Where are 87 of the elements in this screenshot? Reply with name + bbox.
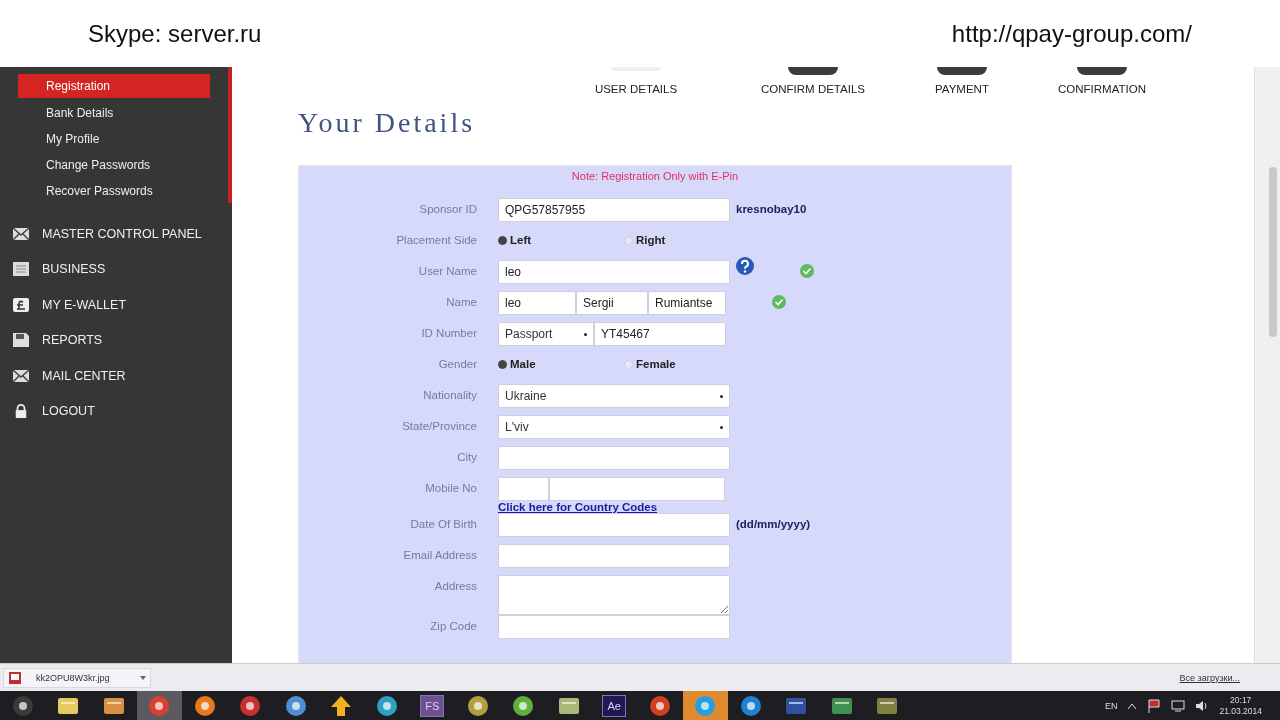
app-icon (329, 694, 354, 718)
app-icon (738, 694, 763, 718)
select-field[interactable]: L'viv (498, 415, 730, 439)
step-label: USER DETAILS (594, 83, 678, 97)
radio-option[interactable]: Male (498, 353, 618, 370)
field-label: Sponsor ID (418, 202, 477, 217)
taskbar-app[interactable]: FS (409, 691, 455, 720)
radio-option[interactable]: Right (624, 229, 744, 246)
caret-icon[interactable] (140, 675, 146, 680)
mail-icon (13, 226, 29, 241)
mail-icon (13, 368, 29, 383)
field-hint: (dd/mm/yyyy) (736, 517, 811, 530)
input-field[interactable] (549, 477, 725, 501)
caption-text: Skype: server.ru (88, 19, 262, 48)
input-field[interactable] (498, 615, 730, 639)
monitor-icon[interactable] (1171, 700, 1186, 712)
field-label: Placement Side (395, 233, 477, 248)
step-label: PAYMENT (935, 83, 989, 97)
book-icon (13, 262, 29, 277)
input-field[interactable] (498, 446, 730, 470)
menu-item[interactable]: MAIL CENTER (42, 368, 126, 383)
menu-item[interactable]: MASTER CONTROL PANEL (42, 226, 202, 241)
field-label: Email Address (402, 548, 477, 563)
app-icon (238, 694, 263, 718)
caption-url: http://qpay-group.com/ (951, 19, 1192, 48)
select-field[interactable]: Ukraine (498, 384, 730, 408)
help-icon[interactable] (736, 257, 754, 275)
field-label: City (456, 450, 477, 465)
all-downloads-link[interactable]: Все загрузки... (1179, 672, 1240, 683)
image-file-icon (8, 670, 22, 685)
speaker-icon[interactable] (1195, 700, 1210, 712)
field-label: Address (433, 579, 477, 594)
app-icon (693, 694, 718, 718)
lock-icon (13, 404, 29, 419)
download-item[interactable]: kk2OPU8W3kr.jpg (3, 667, 151, 688)
field-label: Name (445, 295, 477, 310)
input-field[interactable]: Sergii (576, 291, 648, 315)
input-field[interactable] (498, 513, 730, 537)
input-field[interactable]: leo (498, 291, 576, 315)
field-label: Nationality (422, 388, 477, 403)
app-icon (465, 694, 490, 718)
submenu-item[interactable]: Registration (18, 74, 210, 98)
field-hint: kresnobay10 (736, 202, 807, 215)
menu-item[interactable]: LOGOUT (42, 404, 95, 419)
language-indicator[interactable]: EN (1104, 701, 1118, 711)
field-label: ID Number (420, 326, 477, 341)
input-field[interactable]: QPG57857955 (498, 198, 730, 222)
app-icon (511, 694, 536, 718)
input-field[interactable]: Rumiantse (648, 291, 726, 315)
taskbar-app[interactable] (136, 691, 182, 720)
app-icon (283, 694, 308, 718)
field-label: User Name (417, 264, 477, 279)
field-label: State/Province (401, 419, 477, 434)
radio-option[interactable]: Left (498, 229, 618, 246)
app-icon (147, 694, 172, 718)
menu-item[interactable]: REPORTS (42, 333, 103, 348)
app-icon (374, 694, 399, 718)
app-icon (192, 694, 217, 718)
taskbar-app[interactable]: Ae (591, 691, 637, 720)
field-label: Gender (437, 357, 477, 372)
step-label: CONFIRMATION (1058, 83, 1146, 97)
radio-option[interactable]: Female (624, 353, 744, 370)
input-field[interactable] (498, 477, 549, 501)
field-label: Date Of Birth (409, 517, 477, 532)
app-icon (10, 694, 35, 718)
field-label: Mobile No (424, 481, 477, 496)
submenu-item[interactable]: Change Passwords (18, 152, 210, 178)
submenu-item[interactable]: My Profile (18, 126, 210, 152)
menu-item[interactable]: MY E-WALLET (42, 297, 127, 312)
scrollbar[interactable] (1254, 67, 1280, 663)
input-field[interactable] (498, 544, 730, 568)
form-note: Note: Registration Only with E-Pin (570, 169, 740, 184)
submenu-item[interactable]: Recover Passwords (18, 178, 210, 204)
taskbar-app[interactable] (682, 691, 728, 720)
page-heading: Your Details (298, 107, 477, 140)
select-field[interactable]: Passport (498, 322, 594, 346)
input-field[interactable]: YT45467 (594, 322, 726, 346)
app-icon (647, 694, 672, 718)
clock[interactable]: 20:17 21.03.2014 (1219, 695, 1262, 717)
flag-icon[interactable] (1147, 699, 1162, 713)
country-codes-link[interactable]: Click here for Country Codes (498, 501, 725, 513)
step-label: CONFIRM DETAILS (761, 83, 865, 97)
wallet-icon (13, 297, 29, 312)
menu-item[interactable]: BUSINESS (42, 262, 106, 277)
submenu-item[interactable]: Bank Details (18, 100, 210, 126)
field-label: Zip Code (429, 619, 477, 634)
input-field[interactable]: leo (498, 260, 730, 284)
